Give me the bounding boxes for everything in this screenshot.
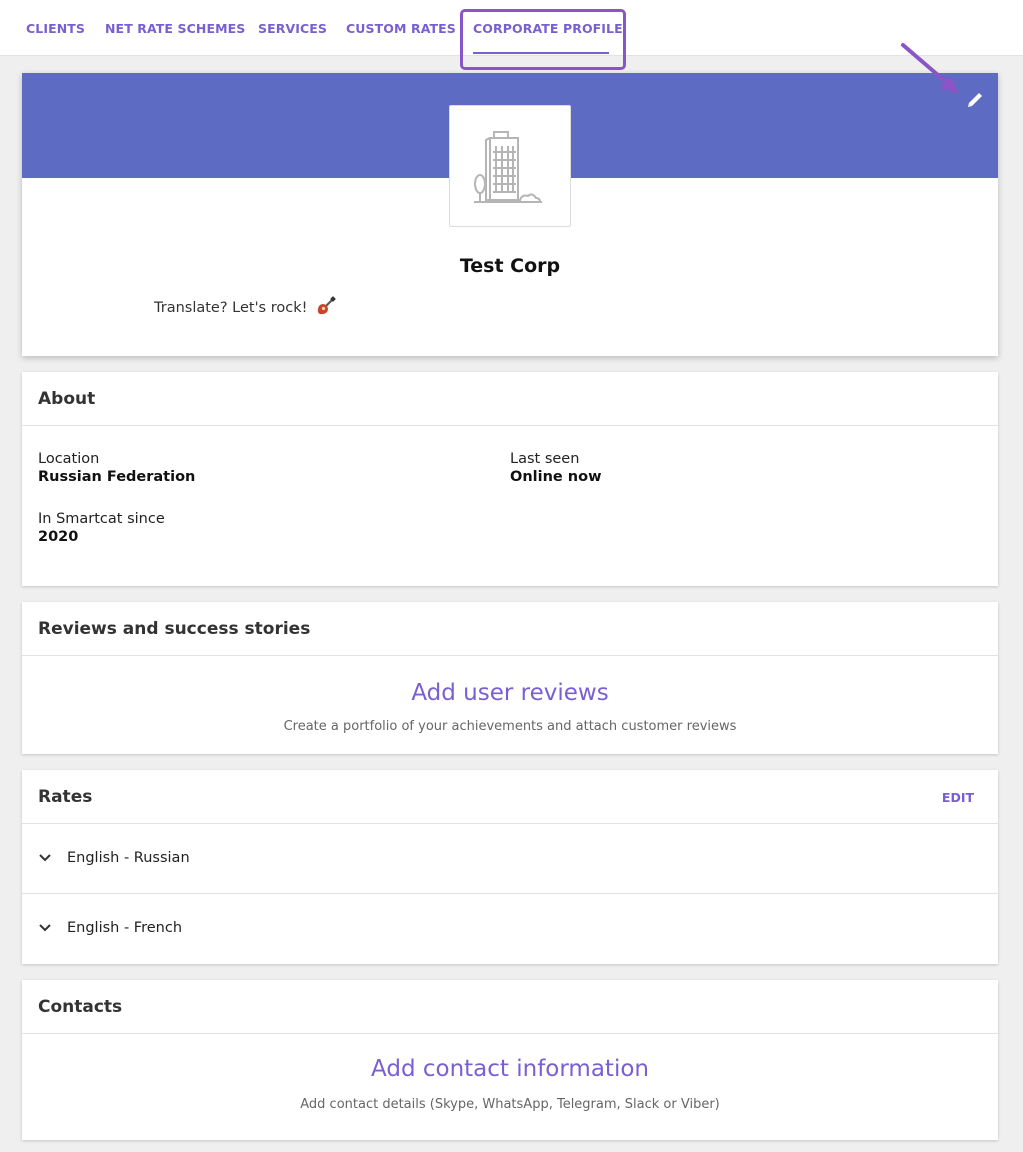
add-user-reviews-link[interactable]: Add user reviews: [22, 680, 998, 706]
about-card: About Location Russian Federation Last s…: [22, 372, 998, 586]
rate-pair-label: English - Russian: [67, 850, 190, 866]
chevron-down-icon[interactable]: [38, 920, 52, 939]
company-logo[interactable]: [449, 105, 571, 227]
reviews-card: Reviews and success stories Add user rev…: [22, 602, 998, 754]
rate-pair-label: English - French: [67, 920, 183, 936]
tab-custom-rates[interactable]: CUSTOM RATES: [346, 0, 456, 56]
reviews-empty-description: Create a portfolio of your achievements …: [283, 719, 737, 734]
rates-header: Rates EDIT: [22, 770, 998, 824]
contacts-title: Contacts: [38, 997, 123, 1017]
since-label: In Smartcat since: [38, 511, 165, 527]
contacts-empty-description: Add contact details (Skype, WhatsApp, Te…: [300, 1097, 720, 1112]
rates-card: Rates EDIT English - Russian English - F…: [22, 770, 998, 964]
location-field: Location Russian Federation: [38, 450, 195, 486]
tagline-text: Translate? Let's rock!: [154, 300, 308, 316]
rates-edit-button[interactable]: EDIT: [942, 790, 974, 805]
contacts-card: Contacts Add contact information Add con…: [22, 980, 998, 1140]
about-title: About: [38, 389, 96, 409]
reviews-title: Reviews and success stories: [38, 619, 311, 639]
tab-bar: CLIENTS NET RATE SCHEMES SERVICES CUSTOM…: [0, 0, 1023, 56]
tab-corporate-profile[interactable]: CORPORATE PROFILE: [473, 0, 623, 56]
rates-title: Rates: [38, 787, 93, 807]
location-label: Location: [38, 451, 100, 467]
active-tab-indicator: [473, 52, 609, 54]
rate-row[interactable]: English - Russian: [22, 824, 998, 894]
reviews-header: Reviews and success stories: [22, 602, 998, 656]
chevron-down-icon[interactable]: [38, 850, 52, 869]
about-header: About: [22, 372, 998, 426]
profile-card: Test Corp Translate? Let's rock!: [22, 73, 998, 356]
rate-row[interactable]: English - French: [22, 893, 998, 963]
building-icon: [474, 131, 542, 203]
pencil-icon[interactable]: [962, 87, 988, 113]
last-seen-label: Last seen: [510, 451, 580, 467]
company-tagline: Translate? Let's rock!: [154, 296, 336, 320]
company-name: Test Corp: [459, 255, 561, 277]
tab-services[interactable]: SERVICES: [258, 0, 327, 56]
tab-net-rate-schemes[interactable]: NET RATE SCHEMES: [105, 0, 245, 56]
tab-clients[interactable]: CLIENTS: [26, 0, 85, 56]
last-seen-field: Last seen Online now: [510, 450, 601, 486]
since-value: 2020: [38, 529, 79, 545]
guitar-icon: [316, 296, 336, 320]
location-value: Russian Federation: [38, 469, 196, 485]
since-field: In Smartcat since 2020: [38, 510, 165, 546]
contacts-header: Contacts: [22, 980, 998, 1034]
add-contact-information-link[interactable]: Add contact information: [22, 1056, 998, 1082]
last-seen-value: Online now: [510, 469, 602, 485]
